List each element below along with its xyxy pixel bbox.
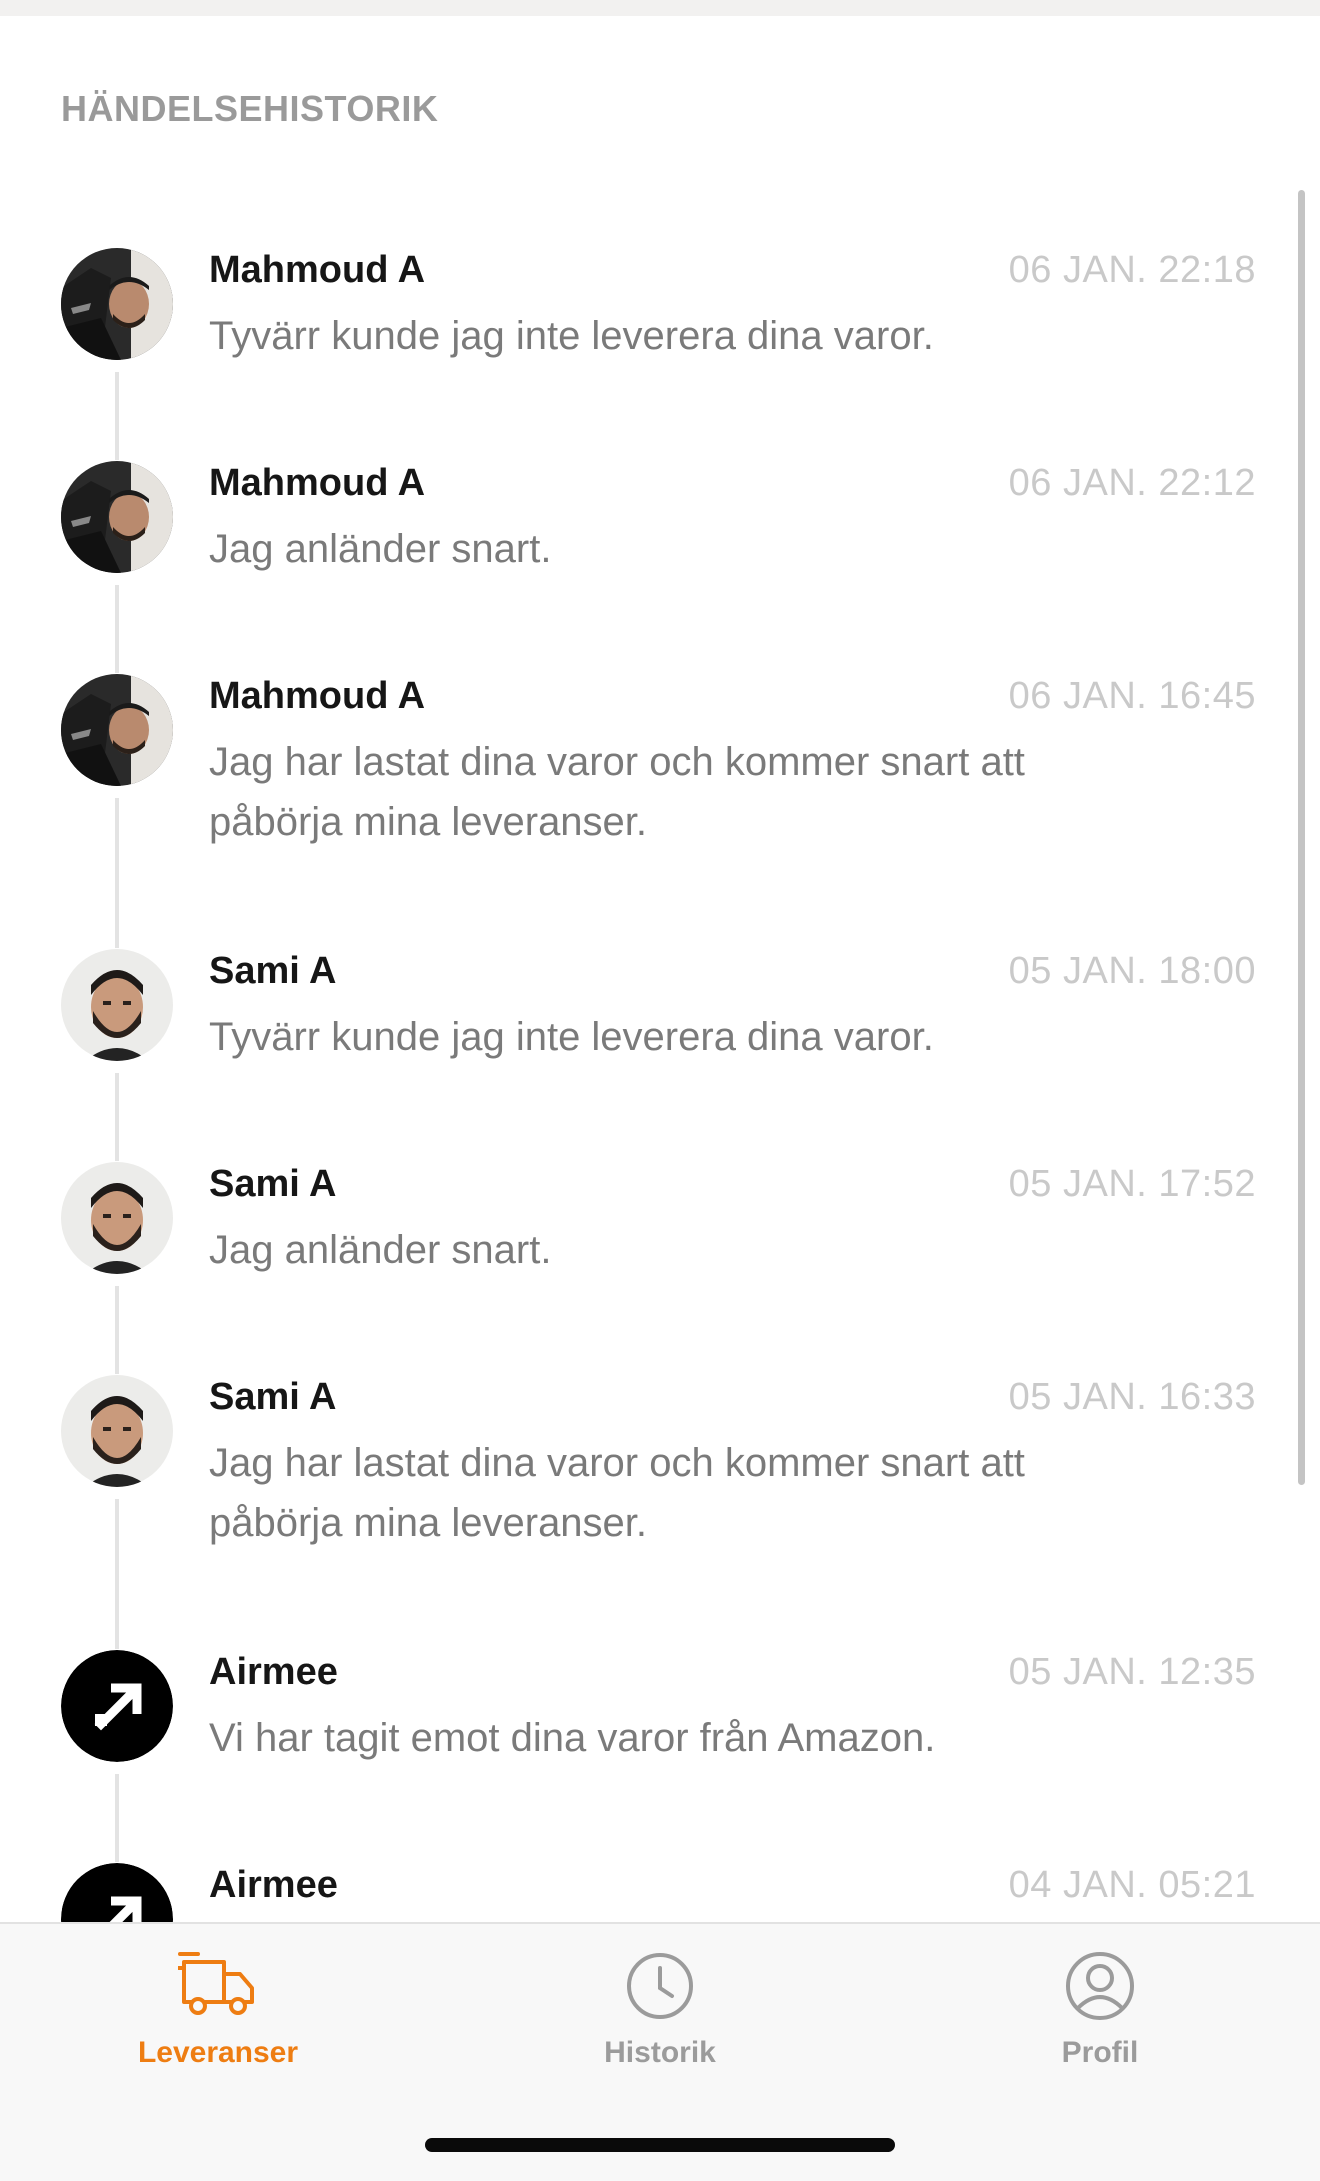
event-message: Jag har lastat dina varor och kommer sna…	[209, 740, 1025, 844]
timeline-connector	[115, 372, 119, 460]
event-message: Tyvärr kunde jag inte leverera dina varo…	[209, 1015, 934, 1059]
event-time: 06 JAN. 22:18	[1008, 249, 1256, 291]
event-time: 06 JAN. 22:12	[1008, 462, 1256, 504]
truck-icon	[176, 1946, 258, 2026]
event-time: 05 JAN. 18:00	[1008, 950, 1256, 992]
avatar	[61, 248, 173, 360]
event-message: Vi har tagit emot dina varor från Amazon…	[209, 1716, 936, 1760]
airmee-logo-icon	[61, 1650, 173, 1762]
event-author: Mahmoud A	[209, 249, 426, 291]
event-author: Sami A	[209, 950, 337, 992]
event-author: Mahmoud A	[209, 462, 426, 504]
avatar	[61, 1162, 173, 1274]
event-author: Airmee	[209, 1651, 338, 1693]
timeline-connector	[115, 585, 119, 673]
event-time: 05 JAN. 12:35	[1008, 1651, 1256, 1693]
tab-historik[interactable]: Historik	[530, 1924, 790, 2104]
avatar	[61, 949, 173, 1061]
tab-leveranser[interactable]: Leveranser	[88, 1924, 348, 2104]
avatar	[61, 674, 173, 786]
timeline-connector	[115, 1774, 119, 1862]
event-message: Jag anländer snart.	[209, 527, 552, 571]
avatar	[61, 461, 173, 573]
profile-icon	[1060, 1946, 1140, 2026]
timeline-connector	[115, 1073, 119, 1161]
timeline-connector	[115, 798, 119, 948]
event-time: 06 JAN. 16:45	[1008, 675, 1256, 717]
home-indicator[interactable]	[425, 2138, 895, 2152]
event-message: Jag har lastat dina varor och kommer sna…	[209, 1441, 1025, 1545]
event-message: Jag anländer snart.	[209, 1228, 552, 1272]
event-author: Airmee	[209, 1864, 338, 1906]
tab-label: Leveranser	[137, 2036, 299, 2069]
event-author: Mahmoud A	[209, 675, 426, 717]
avatar	[61, 1375, 173, 1487]
tab-label: Historik	[604, 2036, 716, 2069]
airmee-logo-icon	[61, 1863, 173, 1922]
event-time: 04 JAN. 05:21	[1008, 1864, 1256, 1906]
event-time: 05 JAN. 17:52	[1008, 1163, 1256, 1205]
event-timeline[interactable]: Mahmoud A 06 JAN. 22:18 Tyvärr kunde jag…	[0, 0, 1320, 1922]
clock-icon	[620, 1946, 700, 2026]
tab-label: Profil	[1061, 2036, 1139, 2069]
timeline-connector	[115, 1286, 119, 1374]
tab-profil[interactable]: Profil	[970, 1924, 1230, 2104]
event-author: Sami A	[209, 1163, 337, 1205]
event-time: 05 JAN. 16:33	[1008, 1376, 1256, 1418]
event-message: Tyvärr kunde jag inte leverera dina varo…	[209, 314, 934, 358]
event-author: Sami A	[209, 1376, 337, 1418]
timeline-connector	[115, 1499, 119, 1649]
